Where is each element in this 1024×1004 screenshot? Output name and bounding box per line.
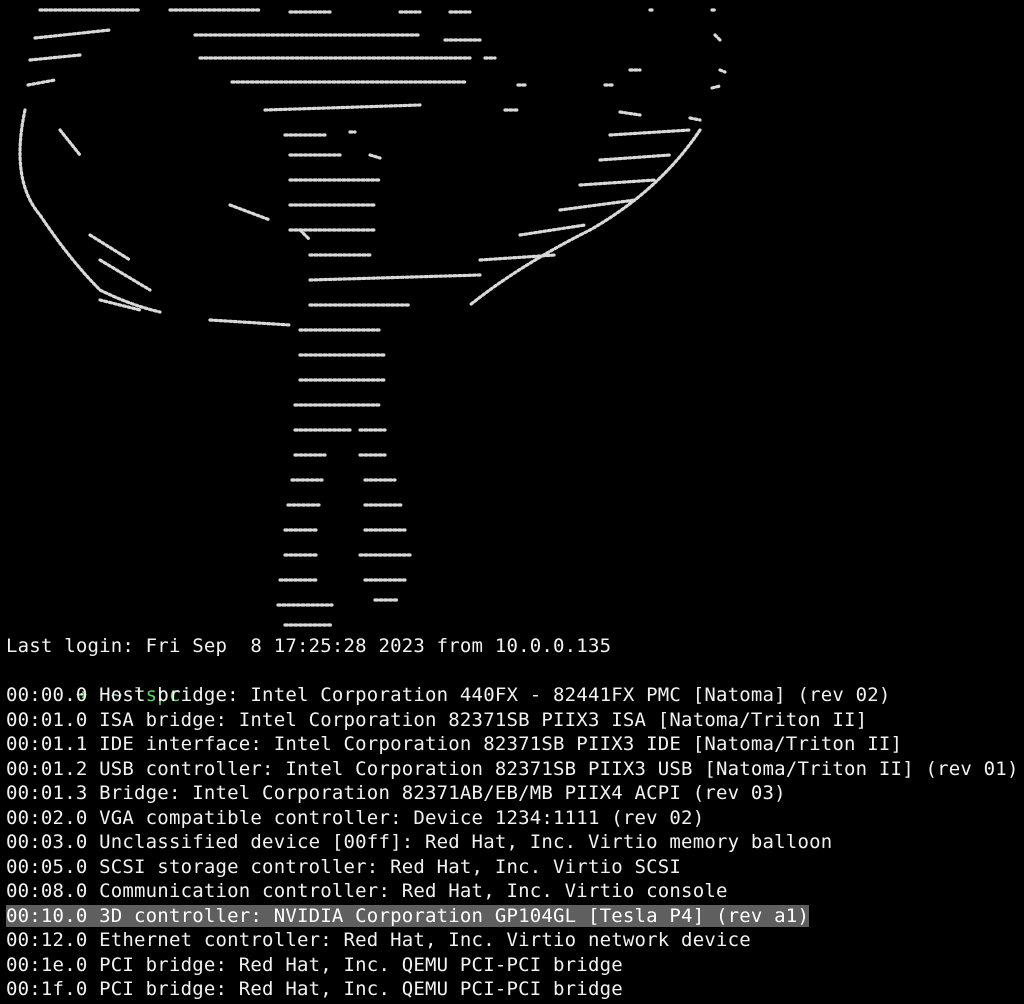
art-hip xyxy=(293,403,387,432)
ascii-art-figure xyxy=(18,8,727,627)
art-left-leg xyxy=(276,453,334,627)
output-line: 00:00.0 Host bridge: Intel Corporation 4… xyxy=(6,683,1024,708)
art-top-row xyxy=(38,8,718,14)
art-torso-top xyxy=(283,130,382,182)
terminal-output[interactable]: Last login: Fri Sep 8 17:25:28 2023 from… xyxy=(6,634,1024,1002)
output-text: 00:08.0 Communication controller: Red Ha… xyxy=(6,880,728,902)
output-line: 00:03.0 Unclassified device [00ff]: Red … xyxy=(6,830,1024,855)
ascii-art-banner xyxy=(0,0,1024,632)
prompt-line[interactable]: ➜ ~ lspci xyxy=(6,659,1024,706)
output-line: 00:10.0 3D controller: NVIDIA Corporatio… xyxy=(6,904,1024,929)
output-text: 00:1f.0 PCI bridge: Red Hat, Inc. QEMU P… xyxy=(6,978,623,1000)
selected-text: 00:10.0 3D controller: NVIDIA Corporatio… xyxy=(6,904,810,927)
output-line: 00:01.1 IDE interface: Intel Corporation… xyxy=(6,732,1024,757)
art-torso-2 xyxy=(288,203,482,282)
art-neck xyxy=(263,103,702,122)
art-head-upper xyxy=(33,28,722,42)
output-line: 00:1f.0 PCI bridge: Red Hat, Inc. QEMU P… xyxy=(6,977,1024,1002)
art-torso-3 xyxy=(298,303,412,382)
output-text: 00:00.0 Host bridge: Intel Corporation 4… xyxy=(6,684,891,706)
art-head-mid xyxy=(28,53,727,74)
output-text: 00:01.0 ISA bridge: Intel Corporation 82… xyxy=(6,708,868,731)
terminal-window[interactable]: Last login: Fri Sep 8 17:25:28 2023 from… xyxy=(0,0,1024,1004)
last-login-line: Last login: Fri Sep 8 17:25:28 2023 from… xyxy=(6,635,612,657)
output-line: 00:12.0 Ethernet controller: Red Hat, In… xyxy=(6,928,1024,953)
output-text: 00:01.1 IDE interface: Intel Corporation… xyxy=(6,733,903,755)
output-line: 00:1e.0 PCI bridge: Red Hat, Inc. QEMU P… xyxy=(6,953,1024,978)
art-head-low xyxy=(26,78,722,90)
output-text: 00:12.0 Ethernet controller: Red Hat, In… xyxy=(6,929,751,951)
art-right-arc-inner xyxy=(478,128,692,262)
output-text: 00:1e.0 PCI bridge: Red Hat, Inc. QEMU P… xyxy=(6,953,623,976)
output-text: 00:03.0 Unclassified device [00ff]: Red … xyxy=(6,831,833,853)
output-line: 00:08.0 Communication controller: Red Ha… xyxy=(6,879,1024,904)
output-line: 00:02.0 VGA compatible controller: Devic… xyxy=(6,806,1024,831)
output-line: 00:01.0 ISA bridge: Intel Corporation 82… xyxy=(6,708,1024,733)
output-text: 00:05.0 SCSI storage controller: Red Hat… xyxy=(6,855,682,878)
art-left-arm xyxy=(88,233,292,327)
output-line: 00:01.3 Bridge: Intel Corporation 82371A… xyxy=(6,781,1024,806)
art-left-arc-inner xyxy=(58,128,312,242)
art-right-leg xyxy=(358,453,412,602)
output-line: 00:01.2 USB controller: Intel Corporatio… xyxy=(6,757,1024,782)
output-text: 00:02.0 VGA compatible controller: Devic… xyxy=(6,806,705,829)
lspci-output: 00:00.0 Host bridge: Intel Corporation 4… xyxy=(6,683,1024,1002)
output-text: 00:01.3 Bridge: Intel Corporation 82371A… xyxy=(6,782,786,804)
output-line: 00:05.0 SCSI storage controller: Red Hat… xyxy=(6,855,1024,880)
output-text: 00:01.2 USB controller: Intel Corporatio… xyxy=(6,757,1019,780)
